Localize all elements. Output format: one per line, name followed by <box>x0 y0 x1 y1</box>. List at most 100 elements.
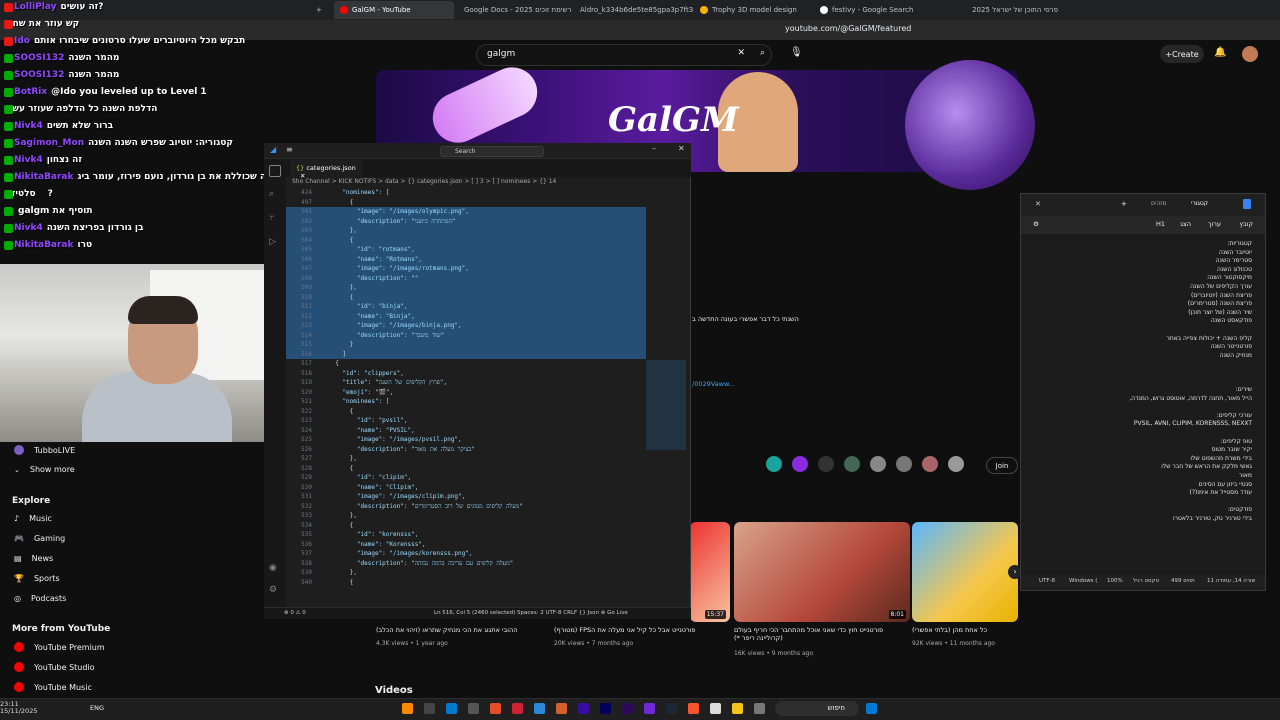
browser-tab[interactable]: festivy - Google Search <box>814 1 934 19</box>
code-line[interactable]: 518 "id": "clippers", <box>286 369 646 379</box>
menu-icon[interactable]: ≡ <box>286 145 293 154</box>
vscode-taskbar-icon[interactable] <box>446 703 457 714</box>
folder-icon[interactable] <box>732 703 743 714</box>
clear-icon[interactable]: ✕ <box>737 48 745 58</box>
video-thumbnail[interactable] <box>912 522 1018 622</box>
sidebar-item-gaming[interactable]: 🎮 Gaming <box>14 534 65 543</box>
account-icon[interactable]: ◉ <box>269 563 277 573</box>
app-icon[interactable] <box>512 703 523 714</box>
join-button[interactable]: Join <box>986 457 1018 474</box>
code-line[interactable]: 517 { <box>286 359 646 369</box>
code-line[interactable]: 503 }, <box>286 226 646 236</box>
code-line[interactable]: 514 "description": "שוד משבר" <box>286 330 646 340</box>
premiere-icon[interactable] <box>622 703 633 714</box>
gear-icon[interactable]: ⚙ <box>269 585 277 595</box>
code-line[interactable]: 533 }, <box>286 511 646 521</box>
code-line[interactable]: 536 "name": "Korensss", <box>286 540 646 550</box>
search-icon[interactable]: ⌕ <box>269 189 274 199</box>
code-line[interactable]: 532 "description": "מעלה קליפים מגוונים … <box>286 502 646 512</box>
menu-view[interactable]: הצג <box>1180 220 1191 228</box>
code-line[interactable]: 540 { <box>286 578 646 588</box>
code-line[interactable]: 515 } <box>286 340 646 350</box>
search-icon[interactable]: ⌕ <box>760 48 765 58</box>
app-icon[interactable] <box>578 703 589 714</box>
code-line[interactable]: 497 { <box>286 198 646 208</box>
code-line[interactable]: 526 "description": "בציקר מעלה את מאור" <box>286 445 646 455</box>
run-debug-icon[interactable]: ▷ <box>269 237 276 247</box>
code-line[interactable]: 537 "image": "/images/korensss.png", <box>286 549 646 559</box>
code-line[interactable]: 538 "description": "מעלה קליפים עם עריכה… <box>286 559 646 569</box>
encoding-status[interactable]: UTF-8 <box>1039 578 1055 584</box>
code-line[interactable]: 508 "description": "" <box>286 273 646 283</box>
clock[interactable]: 23:11 15/11/2025 <box>0 701 37 715</box>
sidebar-item-studio[interactable]: YouTube Studio <box>14 662 95 672</box>
sidebar-item-music-app[interactable]: YouTube Music <box>14 682 92 692</box>
brave-icon[interactable] <box>688 703 699 714</box>
create-button[interactable]: + Create <box>1160 45 1204 63</box>
code-line[interactable]: 510 { <box>286 292 646 302</box>
bell-icon[interactable]: 🔔 <box>1214 47 1226 58</box>
video-title[interactable]: ההובי אתגוג את הכי מנחיק שתראו (זיהוי את… <box>376 626 546 634</box>
code-line[interactable]: 505 "id": "rotmans", <box>286 245 646 255</box>
sidebar-item-subscription[interactable]: TubboLIVE <box>14 445 75 455</box>
notepad-text-area[interactable]: קטגוריות: יוטיובר השנה סטרימר השנה טכנולוג … <box>1030 240 1252 570</box>
code-line[interactable]: 525 "image": "/images/pvsil.png", <box>286 435 646 445</box>
url-text[interactable]: youtube.com/@GalGM/featured <box>785 24 911 33</box>
notepad-taskbar-icon[interactable] <box>534 703 545 714</box>
windows-start-icon[interactable] <box>866 703 877 714</box>
code-line[interactable]: 528 { <box>286 464 646 474</box>
video-title[interactable]: כל אחת מהן (בלתי אפשרי) <box>912 626 1018 634</box>
code-line[interactable]: 535 "id": "korensss", <box>286 530 646 540</box>
menu-heading[interactable]: H1 <box>1156 220 1165 228</box>
video-thumbnail[interactable]: 8:01 <box>734 522 910 622</box>
show-more-button[interactable]: ⌄ Show more <box>14 465 75 474</box>
code-line[interactable]: 511 "id": "binja", <box>286 302 646 312</box>
code-line[interactable]: 520 "emoji": "🎬", <box>286 388 646 398</box>
browser-tab[interactable]: 2025 פרסי התוכן של ישראל <box>934 1 1064 19</box>
account-avatar[interactable] <box>1242 46 1258 62</box>
notepad-tab[interactable]: מזהים <box>1151 200 1166 207</box>
tab-categories-json[interactable]: {} categories.json ✕ <box>290 160 362 180</box>
app-icon[interactable] <box>644 703 655 714</box>
command-search[interactable]: Search <box>440 146 544 157</box>
close-icon[interactable]: ✕ <box>1035 200 1041 208</box>
app-icon[interactable] <box>556 703 567 714</box>
language-indicator[interactable]: ENG <box>90 704 104 712</box>
sidebar-item-premium[interactable]: YouTube Premium <box>14 642 105 652</box>
source-control-icon[interactable]: ⑂ <box>269 213 274 223</box>
new-tab-button[interactable]: + <box>310 1 334 19</box>
firefox-icon[interactable] <box>402 703 413 714</box>
menu-file[interactable]: קובץ <box>1239 220 1253 228</box>
code-line[interactable]: 509 }, <box>286 283 646 293</box>
gear-icon[interactable]: ⚙ <box>1033 220 1039 228</box>
code-line[interactable]: 539 }, <box>286 568 646 578</box>
problems-status[interactable]: ⊗ 0 ⚠ 0 <box>284 610 306 616</box>
sidebar-item-podcasts[interactable]: ◎ Podcasts <box>14 594 66 603</box>
taskbar-search[interactable]: חיפוש <box>775 701 859 716</box>
code-line[interactable]: 522 { <box>286 407 646 417</box>
after-effects-icon[interactable] <box>600 703 611 714</box>
browser-tab-active[interactable]: GalGM - YouTube <box>334 1 454 19</box>
code-line[interactable]: 519 "title": "פרוץ הקליפים של השנה", <box>286 378 646 388</box>
steam-icon[interactable] <box>666 703 677 714</box>
notepad-tab-active[interactable]: קטגורי <box>1191 200 1208 207</box>
explorer-icon[interactable] <box>269 165 281 177</box>
code-line[interactable]: 521 "nominees": [ <box>286 397 646 407</box>
zoom-status[interactable]: 100% <box>1107 578 1123 584</box>
video-thumbnail[interactable]: 15:37 <box>690 522 730 622</box>
sidebar-item-news[interactable]: ▤ News <box>14 554 53 563</box>
code-line[interactable]: 506 "name": "Rotmans", <box>286 254 646 264</box>
browser-tab[interactable]: Trophy 3D model design <box>694 1 814 19</box>
browser-tab[interactable]: Google Docs - 2025 רשימת זוכים <box>454 1 574 19</box>
code-line[interactable]: 501 "image": "/images/olympic.png", <box>286 207 646 217</box>
add-tab-icon[interactable]: + <box>1121 200 1127 208</box>
code-line[interactable]: 512 "name": "Binja", <box>286 311 646 321</box>
close-icon[interactable]: ✕ <box>678 144 685 153</box>
app-icon[interactable] <box>710 703 721 714</box>
app-icon[interactable] <box>754 703 765 714</box>
microphone-icon[interactable]: 🎙 <box>790 47 803 58</box>
breadcrumb[interactable]: Sho Channel > KICK NOTIFS > data > {} ca… <box>292 178 556 185</box>
code-line[interactable]: 507 "image": "/images/rotmans.png", <box>286 264 646 274</box>
video-title[interactable]: (מטורף) FPSפורטנייט אבל כל קיל אני מעלה … <box>554 626 724 634</box>
sidebar-item-sports[interactable]: 🏆 Sports <box>14 574 60 583</box>
